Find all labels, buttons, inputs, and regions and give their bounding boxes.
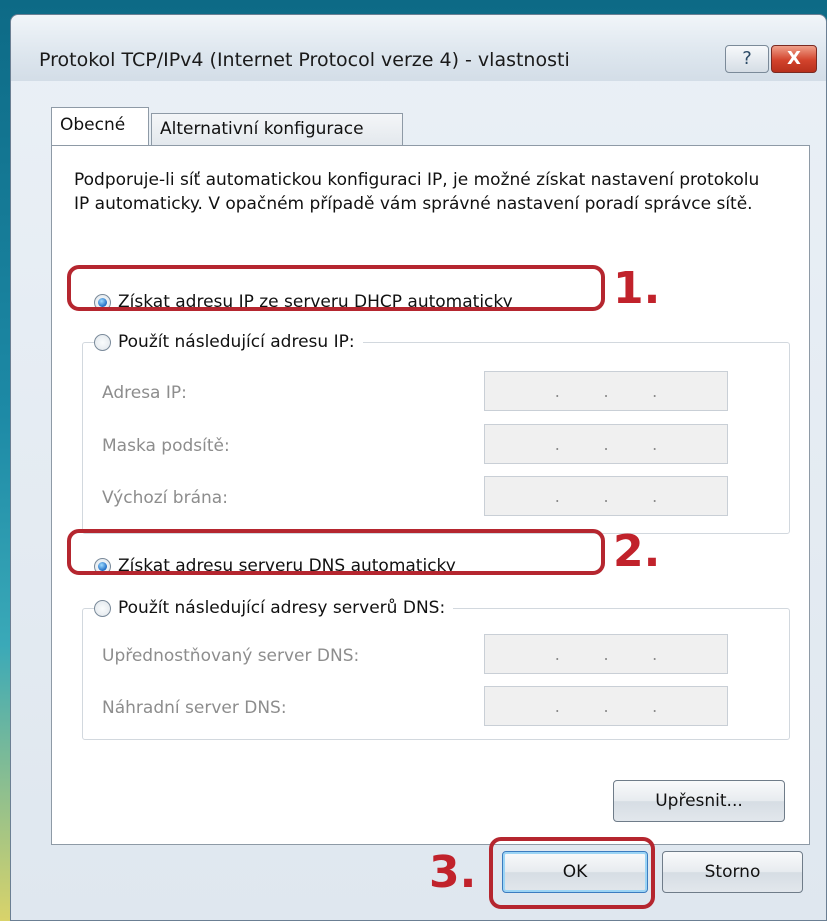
default-gateway-label: Výchozí brána:: [102, 488, 228, 508]
title-bar[interactable]: Protokol TCP/IPv4 (Internet Protocol ver…: [11, 15, 826, 81]
step-1-number: 1.: [613, 263, 661, 314]
subnet-mask-label: Maska podsítě:: [102, 436, 230, 456]
ip-address-label: Adresa IP:: [102, 383, 187, 403]
preferred-dns-input: ...: [484, 634, 728, 674]
help-button[interactable]: ?: [725, 45, 769, 73]
dns-manual-label: Použít následující adresy serverů DNS:: [118, 598, 446, 618]
ip-manual-radio[interactable]: [94, 333, 111, 351]
cancel-button[interactable]: Storno: [662, 851, 803, 893]
preferred-dns-label: Upřednostňovaný server DNS:: [102, 646, 360, 666]
ip-manual-option[interactable]: Použít následující adresu IP:: [94, 332, 363, 352]
window-title: Protokol TCP/IPv4 (Internet Protocol ver…: [39, 49, 570, 71]
close-button[interactable]: X: [771, 45, 817, 73]
subnet-mask-input: ...: [484, 424, 728, 464]
dialog-window: Protokol TCP/IPv4 (Internet Protocol ver…: [10, 14, 827, 921]
step-3-highlight: [489, 837, 655, 909]
default-gateway-input: ...: [484, 476, 728, 516]
step-1-highlight: [67, 265, 605, 311]
step-2-highlight: [67, 529, 605, 575]
intro-text: Podporuje-li síť automatickou konfigurac…: [74, 170, 760, 214]
alternate-dns-input: ...: [484, 686, 728, 726]
step-3-number: 3.: [429, 847, 477, 898]
step-2-number: 2.: [613, 526, 661, 577]
general-panel: Podporuje-li síť automatickou konfigurac…: [51, 145, 810, 845]
tab-general[interactable]: Obecné: [51, 107, 149, 145]
dns-manual-radio[interactable]: [94, 599, 111, 617]
dns-manual-option[interactable]: Použít následující adresy serverů DNS:: [94, 598, 454, 618]
alternate-dns-label: Náhradní server DNS:: [102, 698, 287, 718]
ip-manual-label: Použít následující adresu IP:: [118, 332, 355, 352]
ip-address-input: ...: [484, 371, 728, 411]
advanced-button[interactable]: Upřesnit...: [613, 780, 785, 822]
tab-alternative-configuration[interactable]: Alternativní konfigurace: [151, 113, 403, 145]
